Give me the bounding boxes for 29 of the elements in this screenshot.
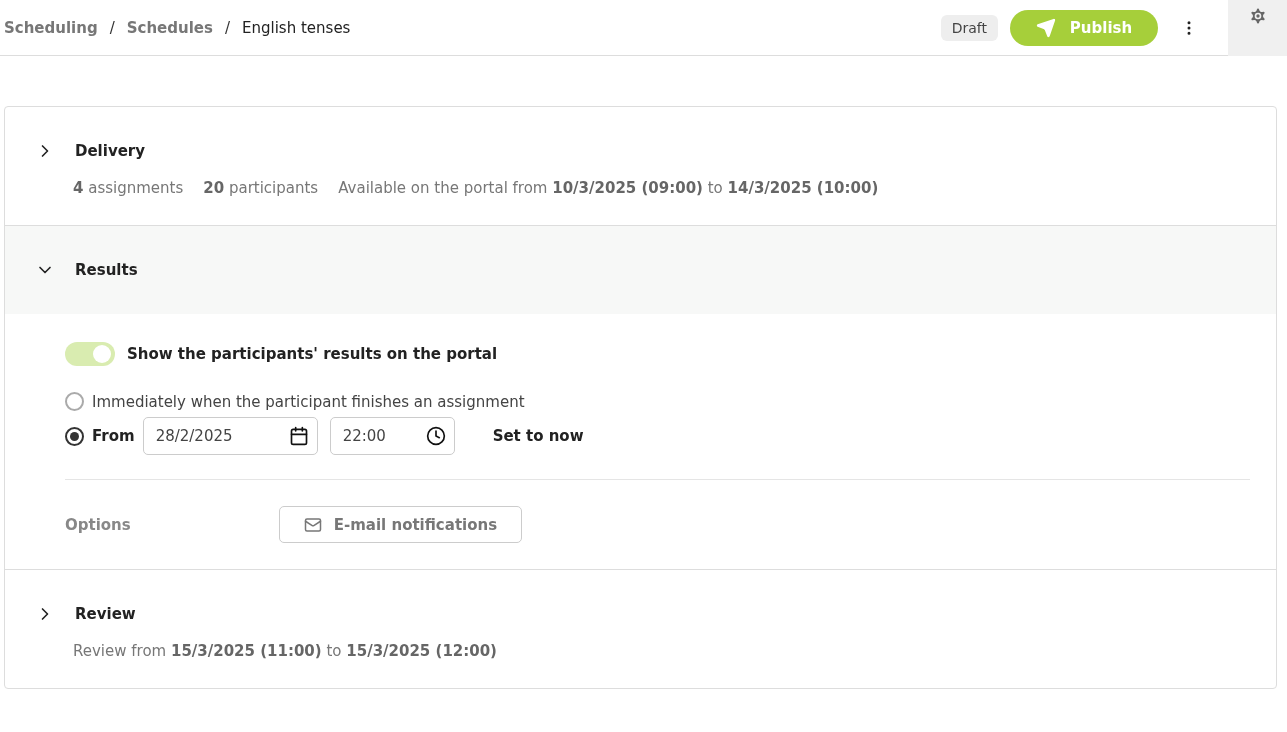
section-title: Review xyxy=(75,605,136,623)
section-title: Delivery xyxy=(75,142,146,160)
toggle-switch[interactable] xyxy=(65,342,115,366)
email-notifications-button[interactable]: E-mail notifications xyxy=(278,506,523,543)
summary-text: 20 participants xyxy=(203,179,319,197)
options-label: Options xyxy=(65,515,131,534)
toggle-label: Show the participants' results on the portal xyxy=(127,345,498,363)
breadcrumb-item[interactable]: Schedules xyxy=(126,18,213,37)
settings-icon[interactable] xyxy=(1228,0,1287,56)
clock-icon xyxy=(425,426,446,446)
date-field[interactable]: 28/2/2025 xyxy=(142,417,318,455)
mail-icon xyxy=(303,515,322,534)
breadcrumb-item: English tenses xyxy=(242,18,351,37)
summary-text: 4 assignments xyxy=(73,179,184,197)
breadcrumb-separator: / xyxy=(109,18,115,37)
radio-label: From xyxy=(92,427,135,445)
time-field[interactable]: 22:00 xyxy=(329,417,455,455)
status-badge: Draft xyxy=(940,14,998,41)
breadcrumb-item[interactable]: Scheduling xyxy=(4,18,98,37)
summary-text: Review from 15/3/2025 (11:00) to 15/3/2025 (12:00) xyxy=(73,642,497,660)
radio-label: Immediately when the participant finishes an assignment xyxy=(92,392,525,411)
radio-button[interactable] xyxy=(65,392,84,411)
set-to-now-link[interactable]: Set to now xyxy=(486,426,590,446)
radio-button[interactable] xyxy=(65,426,84,446)
calendar-icon xyxy=(288,426,309,446)
breadcrumb-separator: / xyxy=(224,18,230,37)
section-title: Results xyxy=(75,261,138,279)
summary-text: Available on the portal from 10/3/2025 (09:00) to 14/3/2025 (10:00) xyxy=(338,179,879,197)
send-icon xyxy=(1035,17,1056,38)
